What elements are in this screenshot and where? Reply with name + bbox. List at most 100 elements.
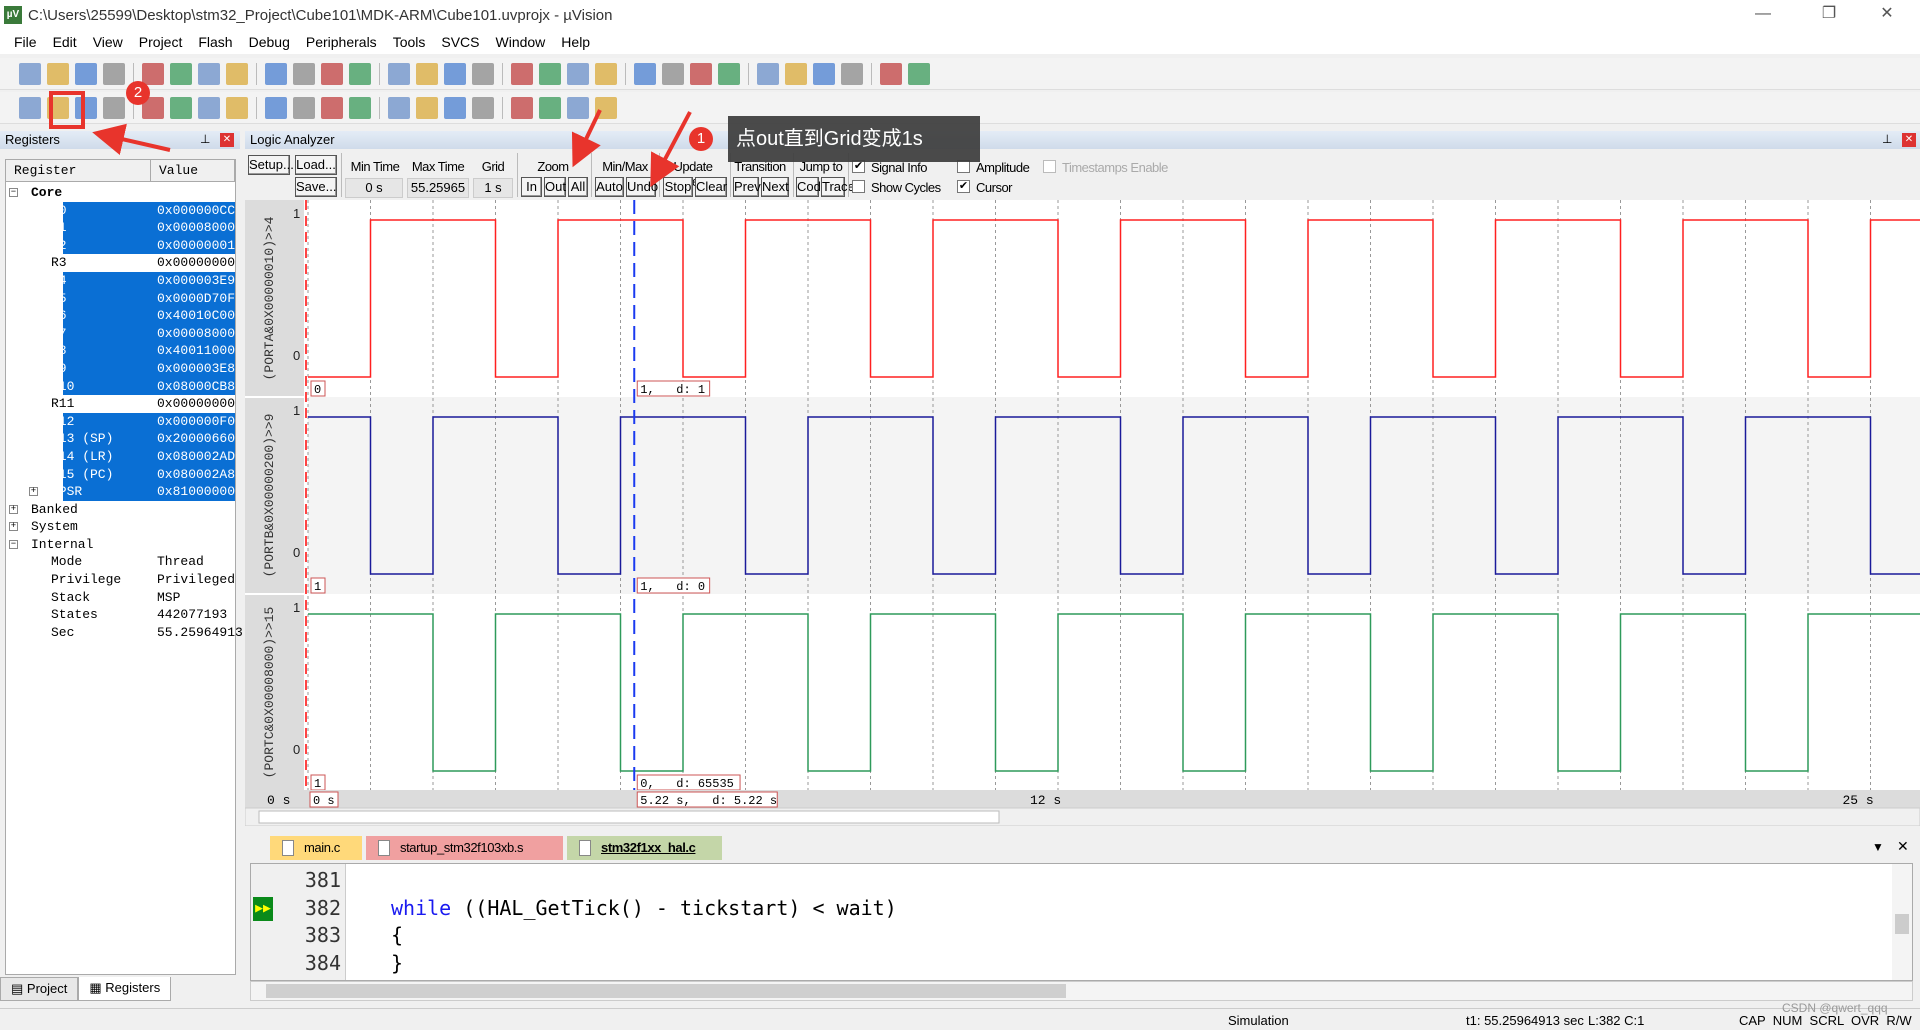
configure-icon[interactable] — [908, 62, 930, 85]
breakpoint-enable-icon[interactable] — [785, 62, 807, 85]
bookmark-clear-icon[interactable] — [444, 62, 466, 85]
find-in-files-icon[interactable] — [595, 62, 617, 85]
reset-icon[interactable] — [19, 96, 41, 119]
indent-icon[interactable] — [472, 62, 494, 85]
menu-edit[interactable]: Edit — [45, 34, 85, 50]
pin-icon[interactable]: ⊥ — [200, 132, 210, 146]
close-button[interactable]: ✕ — [1864, 0, 1910, 30]
next-transition-button[interactable]: Next — [761, 177, 789, 197]
expand-icon[interactable]: + — [9, 522, 18, 532]
tab-project[interactable]: ▤ Project — [0, 977, 79, 1001]
register-row[interactable]: Mode Thread — [6, 553, 235, 571]
zoom-all-button[interactable]: All — [568, 177, 588, 197]
window-layout-icon[interactable] — [880, 62, 902, 85]
register-row[interactable]: States 442077193 — [6, 606, 235, 624]
register-row[interactable]: R6 0x40010C00 — [6, 307, 235, 325]
timestamps-checkbox[interactable] — [1043, 160, 1056, 173]
jump-code-button[interactable]: Code — [796, 177, 828, 197]
menu-project[interactable]: Project — [131, 34, 191, 50]
redo-icon[interactable] — [265, 62, 287, 85]
register-row[interactable]: R11 0x00000000 — [6, 395, 235, 413]
restore-button[interactable]: ❐ — [1806, 0, 1852, 30]
pin-icon[interactable]: ⊥ — [1882, 132, 1892, 146]
menu-window[interactable]: Window — [488, 34, 554, 50]
register-row[interactable]: + System — [6, 518, 235, 536]
menu-debug[interactable]: Debug — [241, 34, 298, 50]
zoom-out-button[interactable]: Out — [544, 177, 566, 197]
register-row[interactable]: R9 0x000003E8 — [6, 359, 235, 378]
load-button[interactable]: Load... — [295, 155, 337, 175]
incremental-find-icon[interactable] — [662, 62, 684, 85]
code-area[interactable]: 381 382 while ((HAL_GetTick() - tickstart)… — [250, 863, 1913, 981]
bookmark-set-icon[interactable] — [349, 62, 371, 85]
show-cycles-checkbox[interactable] — [852, 180, 865, 193]
register-row[interactable]: − Core — [6, 184, 235, 202]
register-row[interactable]: + xPSR 0x81000000 — [6, 483, 235, 501]
waveform-area[interactable]: (PORTA&0X00000010)>>4100 1, d: 1(PORTB&0X… — [245, 200, 1920, 826]
register-row[interactable]: R7 0x00008000 — [6, 324, 235, 343]
minimize-button[interactable]: — — [1740, 0, 1786, 30]
close-icon[interactable]: ✕ — [1902, 133, 1916, 147]
clear-button[interactable]: Clear — [695, 177, 727, 197]
collapse-icon[interactable]: − — [9, 539, 18, 549]
debug-session-icon[interactable] — [690, 62, 712, 85]
register-row[interactable]: R4 0x000003E9 — [6, 271, 235, 290]
expand-icon[interactable]: + — [9, 504, 18, 514]
unindent-icon[interactable] — [511, 62, 533, 85]
bookmark-next-icon[interactable] — [416, 62, 438, 85]
new-file-icon[interactable] — [19, 62, 41, 85]
register-row[interactable]: R14 (LR) 0x080002AD — [6, 447, 235, 466]
register-row[interactable]: R1 0x00008000 — [6, 219, 235, 237]
editor-tab[interactable]: main.c — [270, 836, 362, 860]
trace-windows-icon[interactable] — [539, 96, 561, 119]
editor-tab[interactable]: startup_stm32f103xb.s — [366, 836, 563, 860]
tab-registers[interactable]: ▦ Registers — [78, 977, 172, 1001]
undo-button[interactable]: Undo — [626, 177, 658, 197]
stop-button[interactable]: Stop — [663, 177, 693, 197]
command-window-icon[interactable] — [265, 96, 287, 119]
start-debug-icon[interactable] — [718, 62, 740, 85]
jump-trace-button[interactable]: Trace — [821, 177, 855, 197]
watch-windows-icon[interactable] — [416, 96, 438, 119]
save-button[interactable]: Save... — [295, 177, 337, 197]
menu-file[interactable]: File — [6, 34, 45, 50]
run-to-cursor-icon[interactable] — [198, 96, 220, 119]
menu-help[interactable]: Help — [553, 34, 598, 50]
analysis-windows-icon[interactable] — [511, 96, 533, 119]
symbols-window-icon[interactable] — [321, 96, 343, 119]
memory-windows-icon[interactable] — [444, 96, 466, 119]
setup-button[interactable]: Setup... — [248, 155, 294, 175]
vertical-scrollbar[interactable] — [1892, 864, 1912, 980]
menu-tools[interactable]: Tools — [385, 34, 434, 50]
serial-windows-icon[interactable] — [472, 96, 494, 119]
cut-icon[interactable] — [142, 62, 164, 85]
register-row[interactable]: R3 0x00000000 — [6, 254, 235, 272]
breakpoint-insert-icon[interactable] — [757, 62, 779, 85]
register-row[interactable]: Stack MSP — [6, 589, 235, 607]
cursor-checkbox[interactable]: ✔ — [957, 180, 970, 193]
register-row[interactable]: R5 0x0000D70F — [6, 289, 235, 308]
toolbox-icon[interactable] — [595, 96, 617, 119]
disassembly-window-icon[interactable] — [293, 96, 315, 119]
register-row[interactable]: R10 0x08000CB8 — [6, 377, 235, 396]
navigate-back-icon[interactable] — [293, 62, 315, 85]
target-dropdown-icon[interactable] — [634, 62, 656, 85]
auto-button[interactable]: Auto — [595, 177, 624, 197]
register-row[interactable]: R15 (PC) 0x080002A8 — [6, 465, 235, 484]
register-row[interactable]: Sec 55.25964913 — [6, 624, 243, 642]
close-editor-icon[interactable]: ✕ — [1897, 838, 1909, 855]
editor-tab[interactable]: stm32f1xx_hal.c — [567, 836, 722, 860]
column-value[interactable]: Value — [151, 160, 235, 181]
horizontal-scrollbar[interactable] — [250, 981, 1913, 1001]
undo-icon[interactable] — [226, 62, 248, 85]
zoom-in-button[interactable]: In — [521, 177, 542, 197]
register-row[interactable]: Privilege Privileged — [6, 571, 235, 589]
register-row[interactable]: R2 0x00000001 — [6, 236, 235, 255]
uncomment-icon[interactable] — [567, 62, 589, 85]
register-row[interactable]: + Banked — [6, 501, 235, 519]
breakpoint-disable-icon[interactable] — [813, 62, 835, 85]
bookmark-prev-icon[interactable] — [388, 62, 410, 85]
save-all-icon[interactable] — [103, 62, 125, 85]
register-row[interactable]: R0 0x000000CC — [6, 201, 235, 220]
collapse-icon[interactable]: − — [9, 188, 18, 197]
